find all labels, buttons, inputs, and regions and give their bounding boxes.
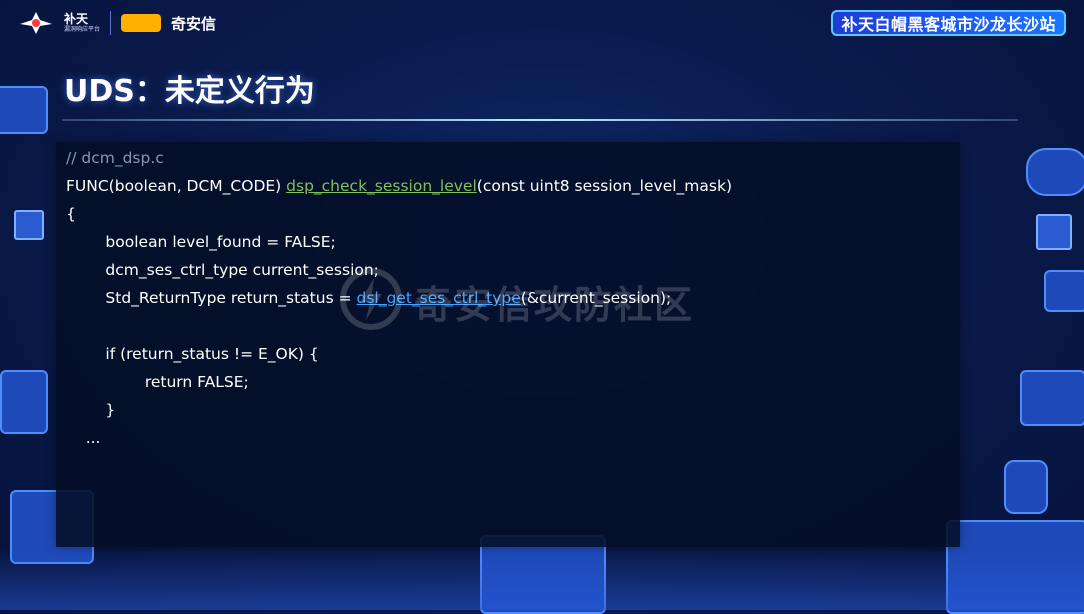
code-line: boolean level_found = FALSE; (66, 233, 336, 251)
code-line: (const uint8 session_level_mask) (476, 177, 732, 195)
title-divider (62, 119, 1018, 121)
chip-decoration-icon (1036, 214, 1072, 250)
org-text: 补天 漏洞响应平台 (64, 13, 100, 33)
code-block: // dcm_dsp.c FUNC(boolean, DCM_CODE) dsp… (66, 144, 732, 452)
code-panel: // dcm_dsp.c FUNC(boolean, DCM_CODE) dsp… (56, 142, 960, 547)
brand-name: 奇安信 (171, 14, 217, 33)
panel-decoration-icon (0, 370, 48, 434)
code-line: FUNC(boolean, DCM_CODE) (66, 177, 287, 195)
code-line: return FALSE; (66, 373, 249, 391)
code-line: dcm_ses_ctrl_type current_session; (66, 261, 379, 279)
bottom-glow (0, 548, 1084, 610)
logo-divider (110, 11, 112, 35)
logo-group: 补天 漏洞响应平台 奇安信 (18, 10, 216, 36)
code-line: (&current_session); (520, 289, 672, 307)
robot-decoration-icon (1004, 460, 1048, 514)
camera-decoration-icon (1026, 148, 1084, 196)
card-decoration-icon (1044, 270, 1084, 312)
code-line: { (66, 205, 76, 223)
org-subtitle: 漏洞响应平台 (64, 26, 101, 33)
page-title: UDS：未定义行为 (64, 74, 315, 109)
brand-badge-icon (121, 14, 162, 32)
code-line: } (66, 401, 116, 419)
monitor-decoration-icon (0, 86, 48, 134)
function-call-link[interactable]: dsl_get_ses_ctrl_type (357, 289, 521, 307)
code-comment: // dcm_dsp.c (66, 149, 164, 167)
code-line: Std_ReturnType return_status = (66, 289, 357, 307)
box-decoration-icon (1020, 370, 1084, 426)
function-name-link[interactable]: dsp_check_session_level (286, 177, 477, 195)
chip-decoration-icon (14, 210, 44, 240)
org-name: 补天 (64, 12, 89, 26)
event-title: 补天白帽黑客城市沙龙长沙站 (831, 10, 1066, 36)
top-bar: 补天 漏洞响应平台 奇安信 补天白帽黑客城市沙龙长沙站 (0, 0, 1084, 48)
butian-logo-icon (18, 10, 54, 36)
code-line: if (return_status != E_OK) { (66, 345, 319, 363)
code-line: ... (66, 429, 101, 447)
